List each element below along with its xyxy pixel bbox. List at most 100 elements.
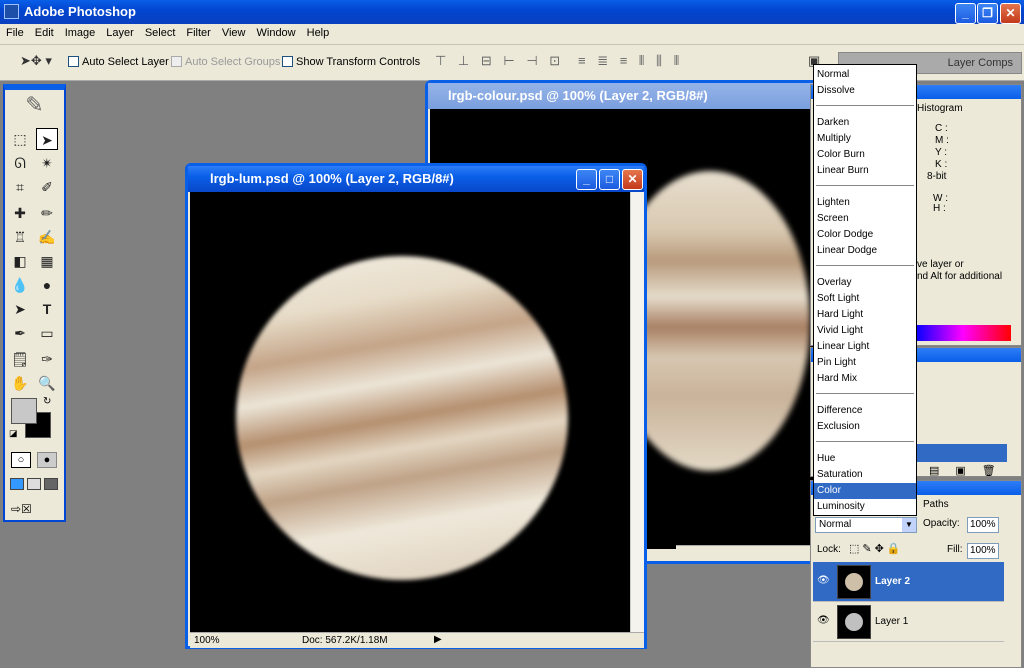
clone-stamp-icon[interactable]: ♖ xyxy=(9,226,31,248)
default-colors-icon[interactable]: ◪ xyxy=(9,428,18,439)
layer-row-1[interactable]: 👁 Layer 1 xyxy=(813,602,1004,642)
layer-row-2[interactable]: 👁 Layer 2 xyxy=(813,562,1004,602)
blend-mode-option[interactable]: Soft Light xyxy=(814,291,916,307)
blend-mode-option[interactable]: Difference xyxy=(814,403,916,419)
doc-info[interactable]: Doc: 567.2K/1.18M xyxy=(302,635,388,646)
history-selected-row[interactable] xyxy=(915,444,1007,462)
menu-select[interactable]: Select xyxy=(139,24,181,39)
opacity-input[interactable]: 100% xyxy=(967,517,999,533)
shape-tool-icon[interactable]: ▭ xyxy=(36,322,58,344)
blend-mode-option[interactable]: Hue xyxy=(814,451,916,467)
menu-image[interactable]: Image xyxy=(59,24,101,39)
eraser-tool-icon[interactable]: ◧ xyxy=(9,250,31,272)
blend-mode-select[interactable]: Normal ▼ xyxy=(815,517,917,533)
fill-input[interactable]: 100% xyxy=(967,543,999,559)
document-lum-maximize-button[interactable]: □ xyxy=(599,169,620,190)
magic-wand-icon[interactable]: ✴ xyxy=(36,152,58,174)
slice-tool-icon[interactable]: ✐ xyxy=(36,176,58,198)
move-tool-icon[interactable]: ➤ xyxy=(36,128,58,150)
blur-tool-icon[interactable]: 💧 xyxy=(9,274,31,296)
blend-mode-option[interactable]: Darken xyxy=(814,115,916,131)
blend-mode-option[interactable]: Screen xyxy=(814,211,916,227)
healing-brush-icon[interactable]: ✚ xyxy=(9,202,31,224)
history-brush-icon[interactable]: ✍ xyxy=(36,226,58,248)
blend-mode-option[interactable]: Linear Light xyxy=(814,339,916,355)
blend-mode-option[interactable]: Color Burn xyxy=(814,147,916,163)
menu-layer[interactable]: Layer xyxy=(100,24,139,39)
blend-mode-option[interactable]: Vivid Light xyxy=(814,323,916,339)
color-ramp[interactable] xyxy=(915,325,1011,341)
info-hint-line2: nd Alt for additional xyxy=(917,271,1003,282)
lasso-tool-icon[interactable]: ᘏ xyxy=(9,152,31,174)
dodge-tool-icon[interactable]: ● xyxy=(36,274,58,296)
layer-1-name[interactable]: Layer 1 xyxy=(875,616,908,627)
blend-mode-option[interactable]: Luminosity xyxy=(814,499,916,515)
gradient-tool-icon[interactable]: ▦ xyxy=(36,250,58,272)
screen-mode-standard-icon[interactable] xyxy=(10,478,24,490)
toolbox: ✎ ⬚ ➤ ᘏ ✴ ⌗ ✐ ✚ ✏ ♖ ✍ ◧ ▦ 💧 ● ➤ T ✒ ▭ 🗒 … xyxy=(3,84,66,522)
zoom-level[interactable]: 100% xyxy=(194,635,220,646)
menu-view[interactable]: View xyxy=(216,24,251,39)
foreground-color-swatch[interactable] xyxy=(11,398,37,424)
blend-mode-option[interactable]: Multiply xyxy=(814,131,916,147)
document-lum-scrollbar[interactable] xyxy=(630,192,644,632)
menu-file[interactable]: File xyxy=(0,24,29,39)
path-select-icon[interactable]: ➤ xyxy=(9,298,31,320)
blend-mode-option-selected[interactable]: Color xyxy=(814,483,916,499)
crop-tool-icon[interactable]: ⌗ xyxy=(9,176,31,198)
lock-icons[interactable]: ⬚✎✥🔒 xyxy=(849,542,904,555)
menu-edit[interactable]: Edit xyxy=(29,24,59,39)
blend-mode-option[interactable]: Hard Light xyxy=(814,307,916,323)
screen-mode-full-menu-icon[interactable] xyxy=(27,478,41,490)
screen-mode-full-icon[interactable] xyxy=(44,478,58,490)
jump-to-imageready-icon[interactable]: ⇨☒ xyxy=(11,502,59,518)
layer-2-name[interactable]: Layer 2 xyxy=(875,576,910,587)
show-transform-checkbox[interactable]: Show Transform Controls xyxy=(282,56,420,68)
history-buttons-icon[interactable]: ▤▣🗑 xyxy=(929,464,1012,477)
close-button[interactable]: ✕ xyxy=(1000,3,1021,24)
blend-mode-option[interactable]: Linear Dodge xyxy=(814,243,916,259)
document-lum-close-button[interactable]: ✕ xyxy=(622,169,643,190)
type-tool-icon[interactable]: T xyxy=(36,298,58,320)
visibility-eye-icon[interactable]: 👁 xyxy=(817,615,830,626)
document-colour-title-bar[interactable]: lrgb-colour.psd @ 100% (Layer 2, RGB/8#) xyxy=(428,83,822,109)
blend-mode-option[interactable]: Normal xyxy=(814,67,916,83)
marquee-tool-icon[interactable]: ⬚ xyxy=(9,128,31,150)
visibility-eye-icon[interactable]: 👁 xyxy=(817,575,830,586)
blend-mode-option[interactable]: Lighten xyxy=(814,195,916,211)
blend-mode-option[interactable]: Pin Light xyxy=(814,355,916,371)
pen-tool-icon[interactable]: ✒ xyxy=(9,322,31,344)
blend-mode-option[interactable]: Saturation xyxy=(814,467,916,483)
menu-filter[interactable]: Filter xyxy=(180,24,215,39)
distribute-buttons-icon[interactable]: ≡ ≣ ≡ ⫴ ⫼ ⦀ xyxy=(578,53,683,69)
zoom-tool-icon[interactable]: 🔍 xyxy=(36,372,58,394)
document-lum-minimize-button[interactable]: _ xyxy=(576,169,597,190)
menu-window[interactable]: Window xyxy=(251,24,301,39)
auto-select-layer-checkbox[interactable]: Auto Select Layer xyxy=(68,56,169,68)
document-lum-canvas[interactable] xyxy=(190,192,630,632)
quick-mask-icon[interactable]: ● xyxy=(37,452,57,468)
blend-mode-option[interactable]: Hard Mix xyxy=(814,371,916,387)
menu-help[interactable]: Help xyxy=(301,24,335,39)
swap-colors-icon[interactable]: ↻ xyxy=(43,396,51,407)
tab-histogram[interactable]: Histogram xyxy=(917,103,963,114)
restore-button[interactable]: ❐ xyxy=(977,3,998,24)
brush-tool-icon[interactable]: ✏ xyxy=(36,202,58,224)
blend-mode-option[interactable]: Color Dodge xyxy=(814,227,916,243)
minimize-button[interactable]: _ xyxy=(955,3,976,24)
blend-mode-option[interactable]: Overlay xyxy=(814,275,916,291)
blend-mode-option[interactable]: Linear Burn xyxy=(814,163,916,179)
move-tool-icon[interactable]: ➤✥ ▾ xyxy=(20,53,52,69)
blend-mode-option[interactable]: Dissolve xyxy=(814,83,916,99)
notes-tool-icon[interactable]: 🗒 xyxy=(9,348,31,370)
eyedropper-icon[interactable]: ✑ xyxy=(36,348,58,370)
align-buttons-icon[interactable]: ⊤ ⊥ ⊟ ⊢ ⊣ ⊡ xyxy=(435,53,564,69)
tab-paths[interactable]: Paths xyxy=(923,499,949,510)
standard-mode-icon[interactable]: ○ xyxy=(11,452,31,468)
auto-select-groups-checkbox[interactable]: Auto Select Groups xyxy=(171,56,280,68)
hand-tool-icon[interactable]: ✋ xyxy=(9,372,31,394)
tab-layer-comps[interactable]: Layer Comps xyxy=(948,57,1013,69)
status-menu-arrow-icon[interactable]: ▶ xyxy=(434,634,442,645)
document-colour-title: lrgb-colour.psd @ 100% (Layer 2, RGB/8#) xyxy=(448,88,708,103)
blend-mode-option[interactable]: Exclusion xyxy=(814,419,916,435)
